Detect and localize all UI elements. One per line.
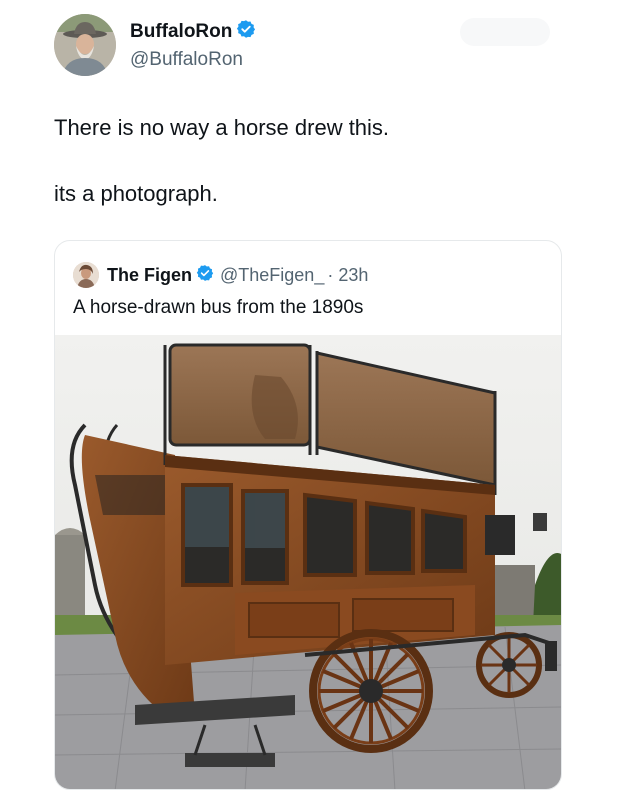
quoted-tweet-text: A horse-drawn bus from the 1890s bbox=[73, 297, 364, 318]
quoted-author-avatar[interactable] bbox=[73, 262, 99, 288]
tweet-header: BuffaloRon @BuffaloRon bbox=[54, 14, 256, 76]
author-handle[interactable]: @BuffaloRon bbox=[130, 48, 256, 72]
author-display-name[interactable]: BuffaloRon bbox=[130, 20, 232, 44]
quoted-timestamp[interactable]: · 23h bbox=[327, 265, 368, 286]
avatar-icon bbox=[73, 262, 99, 288]
author-avatar[interactable] bbox=[54, 14, 116, 76]
verified-badge-icon bbox=[196, 264, 214, 287]
follow-button-placeholder bbox=[460, 18, 550, 46]
author-names: BuffaloRon @BuffaloRon bbox=[130, 19, 256, 72]
tweet-text-line-1: There is no way a horse drew this. bbox=[54, 115, 390, 140]
quoted-display-name[interactable]: The Figen bbox=[107, 265, 192, 286]
author-name-row: BuffaloRon bbox=[130, 19, 256, 46]
tweet-text-line-2: its a photograph. bbox=[54, 181, 218, 206]
avatar-icon bbox=[54, 14, 116, 76]
quoted-tweet-header: The Figen @TheFigen_ · 23h bbox=[73, 261, 368, 289]
verified-badge-icon bbox=[236, 19, 256, 46]
horse-drawn-bus-photo[interactable] bbox=[55, 335, 561, 789]
quoted-handle[interactable]: @TheFigen_ bbox=[220, 265, 324, 286]
quoted-tweet-card[interactable]: The Figen @TheFigen_ · 23h A horse-drawn… bbox=[54, 240, 562, 790]
